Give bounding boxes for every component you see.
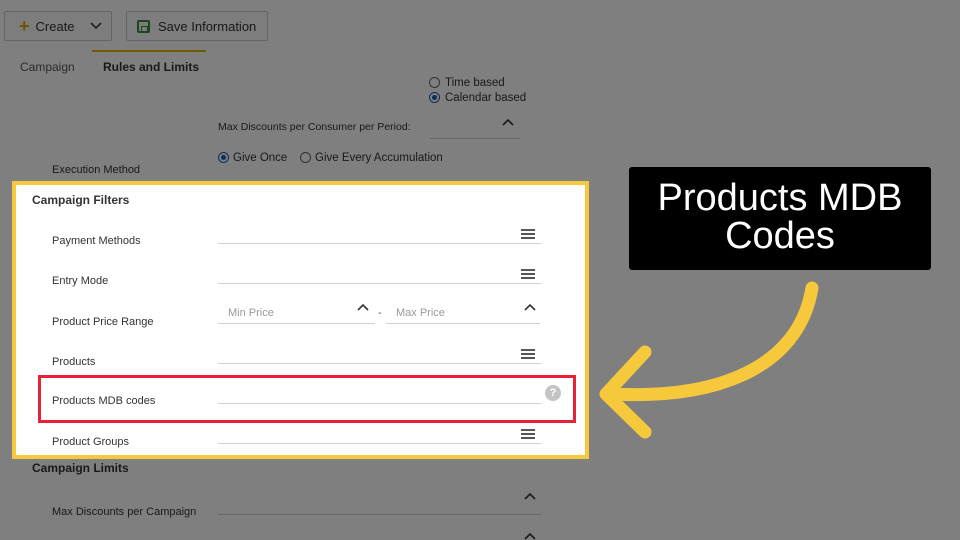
curved-arrow [599, 281, 819, 439]
